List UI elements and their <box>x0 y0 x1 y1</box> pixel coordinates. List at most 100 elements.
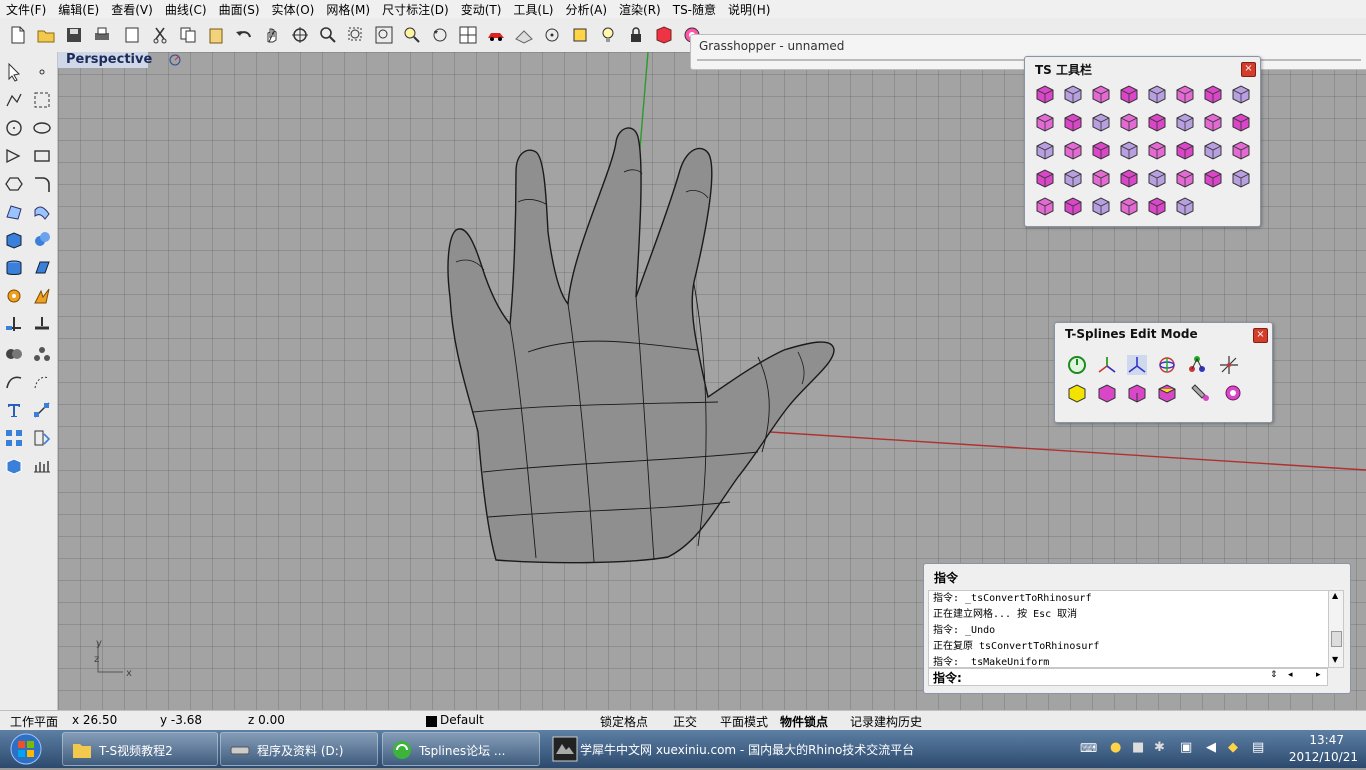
zoom-window-icon[interactable] <box>344 23 368 47</box>
cplane-icon[interactable] <box>568 23 592 47</box>
clock-time[interactable]: 13:47 <box>1309 733 1344 747</box>
ts-pipe-icon[interactable] <box>1145 82 1169 106</box>
select-arrow-icon[interactable] <box>2 60 26 84</box>
ts-split-icon[interactable] <box>1229 110 1253 134</box>
surface-edit-icon[interactable] <box>2 200 26 224</box>
ts-symmetry-icon[interactable] <box>1089 138 1113 162</box>
undo-icon[interactable] <box>232 23 256 47</box>
pivot-gumball-icon[interactable] <box>1217 353 1241 377</box>
move-gumball-icon[interactable] <box>1095 353 1119 377</box>
ts-cube-select-icon[interactable] <box>1201 82 1225 106</box>
plane-surface-icon[interactable] <box>30 256 54 280</box>
menu-edit[interactable]: 编辑(E) <box>52 1 105 18</box>
menu-view[interactable]: 查看(V) <box>105 1 159 18</box>
ts-layers-icon[interactable] <box>1173 138 1197 162</box>
scale-gumball-icon[interactable] <box>1125 353 1149 377</box>
trim-icon[interactable] <box>2 312 26 336</box>
tray-app-icon[interactable]: ■ <box>1132 740 1144 755</box>
array-icon[interactable] <box>2 426 26 450</box>
menu-analyze[interactable]: 分析(A) <box>559 1 613 18</box>
new-file-icon[interactable] <box>6 23 30 47</box>
viewport-menu-icon[interactable] <box>166 52 184 68</box>
arc-icon[interactable] <box>2 144 26 168</box>
scale-icon[interactable] <box>30 426 54 450</box>
ts-check-icon[interactable] <box>1061 138 1085 162</box>
polyline-icon[interactable] <box>2 88 26 112</box>
history-toggle[interactable]: 记录建构历史 <box>850 713 922 730</box>
ellipse-icon[interactable] <box>30 116 54 140</box>
ts-insert-edge-icon[interactable] <box>1201 138 1225 162</box>
ts-cube-frame-icon[interactable] <box>1089 82 1113 106</box>
circle-icon[interactable] <box>2 116 26 140</box>
sphere-solid-icon[interactable] <box>30 228 54 252</box>
osnap-toggle[interactable]: 物件锁点 <box>780 713 828 730</box>
ts-insert-point-icon[interactable] <box>1229 138 1253 162</box>
menu-surface[interactable]: 曲面(S) <box>213 1 266 18</box>
menu-file[interactable]: 文件(F) <box>0 1 52 18</box>
ts-merge-icon[interactable] <box>1201 166 1225 190</box>
menu-render[interactable]: 渲染(R) <box>613 1 667 18</box>
gear-tools-icon[interactable] <box>2 284 26 308</box>
ts-arc-icon[interactable] <box>1145 194 1169 218</box>
zoom-selected-icon[interactable] <box>400 23 424 47</box>
task-item-browser[interactable]: Tsplines论坛 ... <box>382 732 540 766</box>
ts-toolbar-close-button[interactable]: × <box>1241 62 1256 77</box>
explode-icon[interactable] <box>30 284 54 308</box>
ts-smooth-icon[interactable] <box>1061 166 1085 190</box>
ts-blob-icon[interactable] <box>1089 194 1113 218</box>
select-edge-icon[interactable] <box>1095 381 1119 405</box>
light-bulb-icon[interactable] <box>596 23 620 47</box>
ts-mirror-icon[interactable] <box>1033 166 1057 190</box>
ts-crease-icon[interactable] <box>1089 110 1113 134</box>
ts-edit-close-button[interactable]: × <box>1253 328 1268 343</box>
polygon-icon[interactable] <box>2 172 26 196</box>
ts-extrude-icon[interactable] <box>1117 82 1141 106</box>
mesh-box-icon[interactable] <box>2 454 26 478</box>
point-icon[interactable] <box>30 60 54 84</box>
menu-dimension[interactable]: 尺寸标注(D) <box>376 1 455 18</box>
text-icon[interactable] <box>2 398 26 422</box>
ts-gear-icon[interactable] <box>1173 194 1197 218</box>
properties-icon[interactable] <box>120 23 144 47</box>
control-points-icon[interactable] <box>30 370 54 394</box>
ts-polygon-icon[interactable] <box>1061 110 1085 134</box>
ts-cylinder-icon[interactable] <box>1117 194 1141 218</box>
tray-flag-icon[interactable]: ▤ <box>1252 740 1264 755</box>
select-vertex-icon[interactable] <box>1065 381 1089 405</box>
paint-brush-icon[interactable] <box>1189 381 1213 405</box>
ts-cross-icon[interactable] <box>1145 166 1169 190</box>
sweep-icon[interactable] <box>30 200 54 224</box>
prev-arrow-icon[interactable]: ◂ <box>1288 670 1293 680</box>
settings-gear-icon[interactable] <box>1221 381 1245 405</box>
ts-box-icon[interactable] <box>1033 82 1057 106</box>
grid-snap-toggle[interactable]: 锁定格点 <box>600 713 648 730</box>
four-viewports-icon[interactable] <box>456 23 480 47</box>
task-item-rhino[interactable]: 学犀牛中文网 xuexiniu.com - 国内最大的Rhino技术交流平台 <box>544 732 914 766</box>
osnap-icon[interactable] <box>540 23 564 47</box>
network-icon[interactable]: ▣ <box>1180 740 1192 755</box>
zoom-icon[interactable] <box>316 23 340 47</box>
ts-gumball-icon[interactable] <box>1173 82 1197 106</box>
keyboard-icon[interactable]: ⌨ <box>1080 741 1097 755</box>
current-layer[interactable]: Default <box>440 713 484 727</box>
ts-grid-dots-icon[interactable] <box>1229 82 1253 106</box>
menu-mesh[interactable]: 网格(M) <box>320 1 376 18</box>
ts-star-icon[interactable] <box>1033 194 1057 218</box>
select-all-icon[interactable] <box>1155 381 1179 405</box>
car-render-icon[interactable] <box>484 23 508 47</box>
group-icon[interactable] <box>30 342 54 366</box>
pan-hand-icon[interactable] <box>260 23 284 47</box>
cylinder-icon[interactable] <box>2 256 26 280</box>
ts-grid-icon[interactable] <box>1145 138 1169 162</box>
world-gumball-icon[interactable] <box>1185 353 1209 377</box>
split-icon[interactable] <box>30 312 54 336</box>
ortho-toggle[interactable]: 正交 <box>673 713 697 730</box>
undo-view-icon[interactable] <box>428 23 452 47</box>
task-item-explorer[interactable]: T-S视频教程2 <box>62 732 218 766</box>
fillet-icon[interactable] <box>30 172 54 196</box>
ts-weld-icon[interactable] <box>1145 110 1169 134</box>
print-icon[interactable] <box>90 23 114 47</box>
menu-transform[interactable]: 变动(T) <box>455 1 508 18</box>
ts-branch-icon[interactable] <box>1229 166 1253 190</box>
cplane-label[interactable]: 工作平面 <box>10 713 58 730</box>
